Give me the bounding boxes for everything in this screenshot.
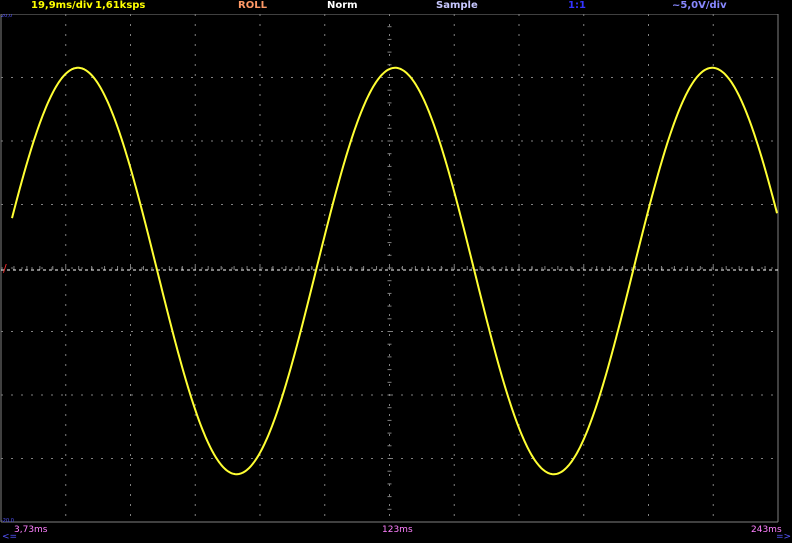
trigger-marker: / — [3, 262, 7, 275]
signal-trace — [11, 66, 778, 476]
mid-time-label: 123ms — [382, 525, 413, 535]
acquisition-indicator[interactable]: Sample — [436, 0, 478, 12]
status-bar: 19,9ms/div 1,61ksps ROLL Norm Sample 1:1… — [0, 0, 792, 14]
mode-indicator[interactable]: ROLL — [238, 0, 267, 12]
probe-indicator[interactable]: 1:1 — [568, 0, 586, 12]
graticule — [0, 13, 779, 523]
timebase-readout[interactable]: 19,9ms/div — [31, 0, 93, 12]
scroll-right-arrow[interactable]: => — [776, 531, 791, 543]
trigger-mode-indicator[interactable]: Norm — [327, 0, 358, 12]
scope-screen: / 20,0 -20,0 — [0, 13, 779, 524]
start-time-label: 3,73ms — [14, 525, 48, 535]
sample-rate-readout: 1,61ksps — [95, 0, 146, 11]
volts-per-div-readout[interactable]: ~5,0V/div — [672, 0, 727, 12]
scale-bottom-label: -20,0 — [1, 518, 14, 524]
